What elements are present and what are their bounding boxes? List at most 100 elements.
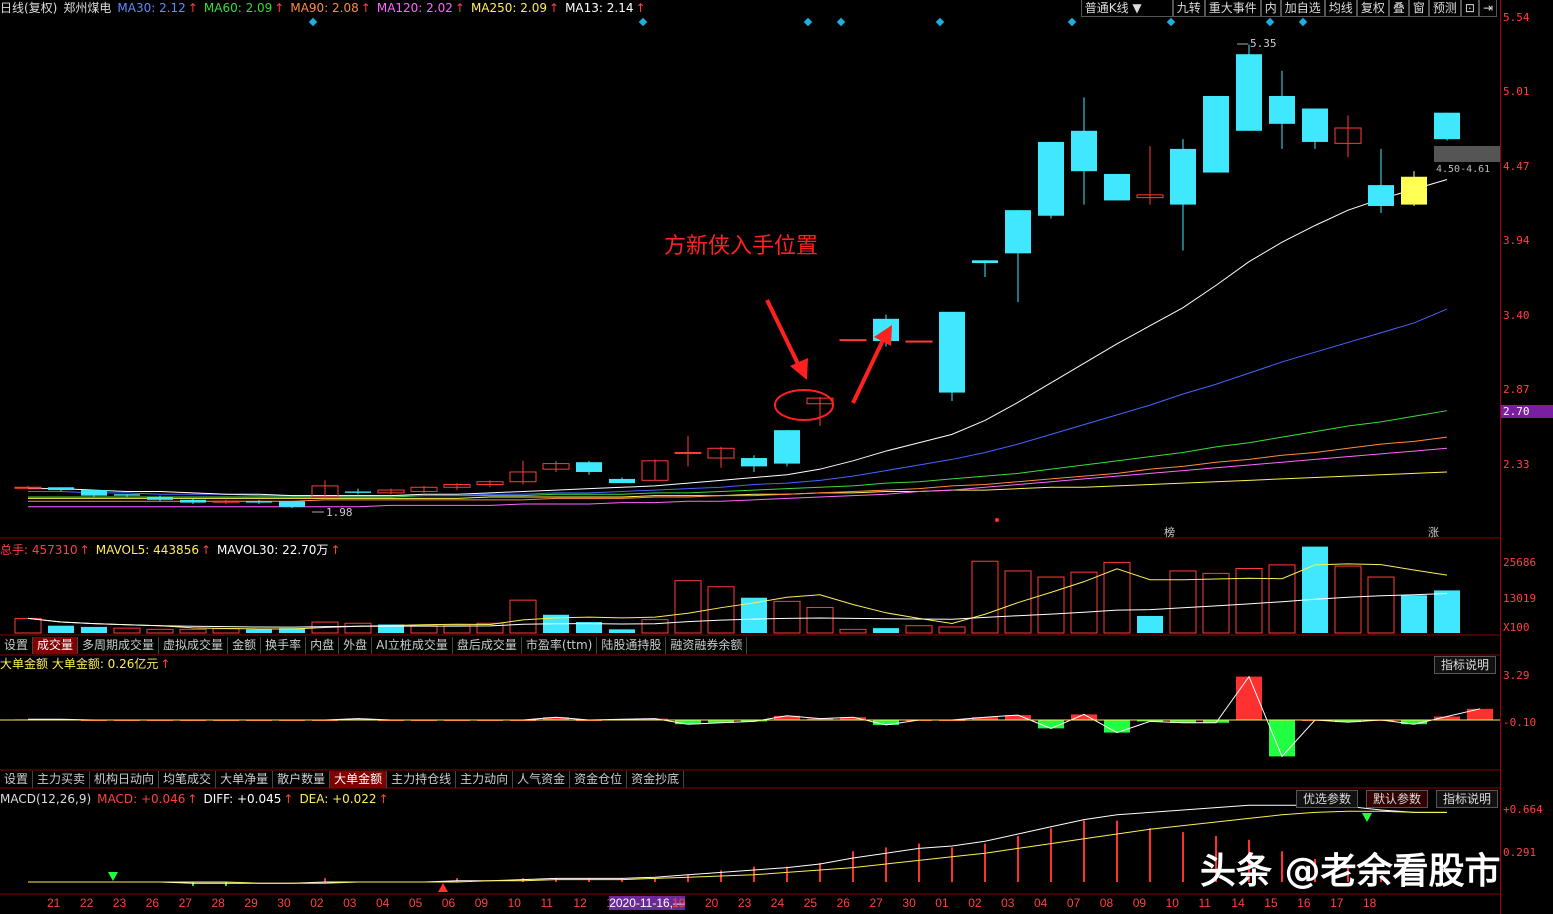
date-label: 30 <box>277 896 291 910</box>
candle <box>707 446 735 468</box>
tab-item[interactable]: 设置 <box>0 771 34 788</box>
tab-item[interactable]: 主力买卖 <box>33 771 91 788</box>
macd-param-button[interactable]: 优选参数 <box>1296 790 1359 808</box>
candle <box>609 477 635 484</box>
macd-header: MACD(12,26,9) MACD: +0.046 ↑ DIFF: +0.045 ↑ D… <box>0 791 395 807</box>
tab-item[interactable]: 虚拟成交量 <box>159 637 229 654</box>
date-label: 20 <box>705 896 719 910</box>
date-label: 14 <box>1231 896 1245 910</box>
volume-bar <box>179 628 207 634</box>
header-item: 总手: 457310 <box>0 543 78 557</box>
price-axis-label: 2.33 <box>1503 458 1530 471</box>
header-item: 大单金额 大单金额: 0.26亿元 <box>0 657 159 671</box>
bigorder-bar <box>1104 720 1130 733</box>
candle <box>246 499 272 504</box>
date-label: 16 <box>1297 896 1311 910</box>
volume-bar <box>609 629 635 633</box>
candle-body <box>1401 176 1427 205</box>
tab-item[interactable]: 成交量 <box>33 637 79 654</box>
candle <box>1269 70 1295 149</box>
tab-item[interactable]: 主力持仓线 <box>387 771 457 788</box>
candle <box>377 488 405 495</box>
candle-body <box>1038 141 1064 216</box>
peak-label: 5.35 <box>1250 37 1277 50</box>
volume-bar <box>905 625 933 634</box>
tab-item[interactable]: 资金抄底 <box>627 771 685 788</box>
price-axis-label: 2.87 <box>1503 383 1530 396</box>
macd-cross-up-marker <box>438 883 448 892</box>
header-item: MAVOL5: 443856 <box>95 543 199 557</box>
volume-bar <box>212 628 240 634</box>
candle <box>905 340 933 343</box>
tab-item[interactable]: 内盘 <box>306 637 340 654</box>
ma-line-ma13 <box>28 179 1448 497</box>
volume-bar <box>113 627 141 634</box>
tab-item[interactable]: 机构日动向 <box>90 771 160 788</box>
date-label: 10 <box>1165 896 1179 910</box>
candle-body <box>1170 148 1196 205</box>
candle <box>14 485 42 489</box>
tab-item[interactable]: 大单金额 <box>330 771 388 788</box>
volume-axis-label: X100 <box>1503 621 1530 634</box>
candle-body <box>905 340 933 343</box>
volume-bar <box>509 599 537 634</box>
date-label: 01 <box>935 896 949 910</box>
tab-item[interactable]: 设置 <box>0 637 34 654</box>
tab-item[interactable]: 陆股通持股 <box>597 637 667 654</box>
tab-item[interactable]: 资金仓位 <box>570 771 628 788</box>
volume-bar <box>641 619 669 634</box>
date-label: 03 <box>1001 896 1015 910</box>
price-axis <box>1500 0 1553 914</box>
candle-body <box>741 458 767 467</box>
date-label: 17 <box>1330 896 1344 910</box>
candle-body <box>1236 54 1262 131</box>
volume-bar <box>1004 570 1032 634</box>
candle <box>1302 108 1328 149</box>
candle-body <box>279 501 305 507</box>
candle-body <box>674 451 702 454</box>
tab-item[interactable]: 人气资金 <box>513 771 571 788</box>
price-axis-label: 3.40 <box>1503 309 1530 322</box>
macd-param-button[interactable]: 指标说明 <box>1436 790 1499 808</box>
candle <box>774 430 800 467</box>
candle <box>839 339 867 342</box>
up-arrow-icon: ↑ <box>283 792 294 806</box>
candle-body <box>576 462 602 472</box>
candle-body <box>939 311 965 393</box>
candle <box>972 260 998 278</box>
price-axis-label: 5.01 <box>1503 85 1530 98</box>
tab-item[interactable]: 多周期成交量 <box>78 637 160 654</box>
candle <box>576 460 602 475</box>
macd-param-button[interactable]: 默认参数 <box>1366 790 1429 808</box>
volume-bar <box>344 622 372 634</box>
candle-body <box>114 494 140 496</box>
candle-body <box>1203 95 1229 173</box>
candle-body <box>14 486 42 489</box>
date-label: 19 <box>672 896 686 910</box>
up-arrow-icon: ↑ <box>187 792 198 806</box>
date-label: 04 <box>376 896 390 910</box>
tab-item[interactable]: 大单净量 <box>216 771 274 788</box>
annotation-arrowhead-1 <box>790 358 808 380</box>
annotation-arrow-2 <box>851 339 885 404</box>
date-label: 03 <box>343 896 357 910</box>
candle-body <box>1302 108 1328 142</box>
tab-item[interactable]: 主力动向 <box>456 771 514 788</box>
ma-line-ma30 <box>28 308 1448 497</box>
tab-item[interactable]: 盘后成交量 <box>453 637 522 654</box>
up-arrow-icon: ↑ <box>330 543 341 557</box>
tab-item[interactable]: 换手率 <box>261 637 307 654</box>
tab-item[interactable]: 融资融券余额 <box>666 637 748 654</box>
tab-item[interactable]: 市盈率(ttm) <box>522 637 598 654</box>
macd-cross-down-marker <box>108 872 118 881</box>
tab-item[interactable]: 均笔成交 <box>159 771 217 788</box>
tab-item[interactable]: 散户数量 <box>273 771 331 788</box>
candle-body <box>1005 210 1031 254</box>
tab-item[interactable]: 外盘 <box>339 637 373 654</box>
annotation-arrow-1 <box>765 299 801 367</box>
tab-item[interactable]: 金额 <box>228 637 262 654</box>
indicator-explain-button[interactable]: 指标说明 <box>1434 656 1497 674</box>
volume-header: 总手: 457310 ↑ MAVOL5: 443856 ↑ MAVOL30: 22.70… <box>0 542 347 558</box>
candle <box>147 495 173 502</box>
tab-item[interactable]: AI立桩成交量 <box>372 637 453 654</box>
